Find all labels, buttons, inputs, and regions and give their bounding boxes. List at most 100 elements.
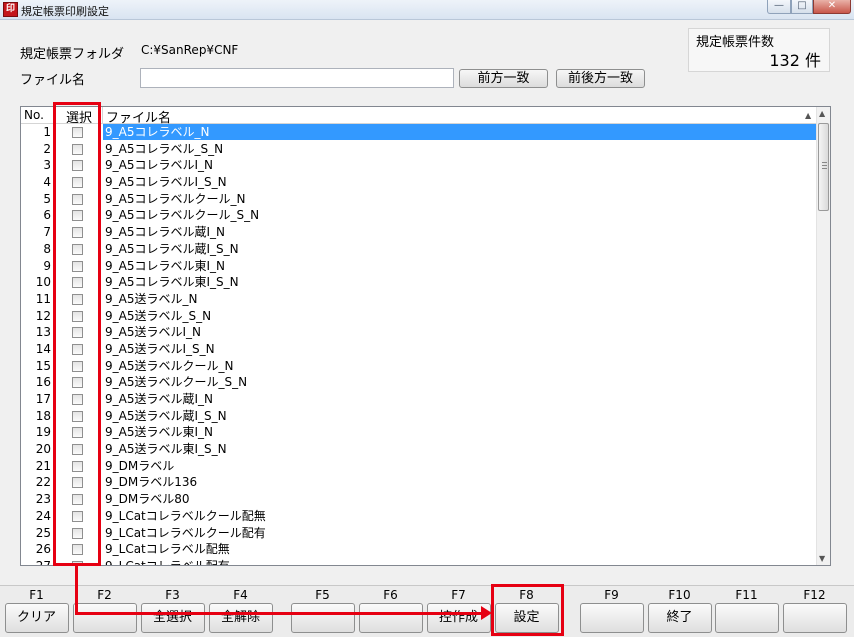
file-name[interactable]: 9_DMラベル136	[103, 474, 816, 490]
select-checkbox[interactable]	[72, 394, 83, 405]
f10-button[interactable]: 終了	[647, 603, 712, 633]
select-checkbox[interactable]	[72, 243, 83, 255]
table-row[interactable]: 23 9_DMラベル80	[21, 491, 816, 508]
file-name[interactable]: 9_LCatコレラベル配無	[103, 541, 816, 557]
table-row[interactable]: 19 9_A5送ラベル東I_N	[21, 424, 816, 441]
select-checkbox[interactable]	[72, 494, 83, 506]
file-name[interactable]: 9_A5コレラベルI_N	[103, 157, 816, 173]
select-checkbox[interactable]	[72, 327, 83, 339]
prefix-match-button[interactable]: 前方一致	[459, 69, 548, 88]
file-name[interactable]: 9_A5送ラベル東I_N	[103, 424, 816, 440]
table-row[interactable]: 3 9_A5コレラベルI_N	[21, 157, 816, 174]
table-row[interactable]: 22 9_DMラベル136	[21, 474, 816, 491]
select-checkbox[interactable]	[72, 410, 83, 422]
f8-button[interactable]: 設定	[494, 603, 559, 633]
table-row[interactable]: 21 9_DMラベル	[21, 458, 816, 475]
table-row[interactable]: 13 9_A5送ラベルI_N	[21, 324, 816, 341]
prefix-suffix-match-button[interactable]: 前後方一致	[556, 69, 645, 88]
column-divider[interactable]	[102, 107, 103, 124]
f9-button[interactable]	[579, 603, 644, 633]
app-icon[interactable]: 印	[3, 2, 18, 17]
file-name[interactable]: 9_LCatコレラベルクール配無	[103, 508, 816, 524]
table-row[interactable]: 20 9_A5送ラベル東I_S_N	[21, 441, 816, 458]
file-name[interactable]: 9_A5送ラベルクール_N	[103, 358, 816, 374]
file-name[interactable]: 9_A5送ラベル_N	[103, 291, 816, 307]
filename-input[interactable]	[140, 68, 454, 88]
table-row[interactable]: 18 9_A5送ラベル蔵I_S_N	[21, 408, 816, 425]
scroll-down-icon[interactable]: ▼	[819, 554, 825, 563]
select-checkbox[interactable]	[72, 444, 83, 456]
file-name[interactable]: 9_A5コレラベル東I_S_N	[103, 274, 816, 290]
file-grid[interactable]: No. 選択 ファイル名 ▲ 1 9_A5コレラベル_N 2 9_A5コレラベル_S_…	[20, 106, 831, 566]
file-name[interactable]: 9_A5送ラベルI_N	[103, 324, 816, 340]
select-checkbox[interactable]	[72, 477, 83, 489]
select-checkbox[interactable]	[72, 544, 83, 556]
file-name[interactable]: 9_DMラベル80	[103, 491, 816, 507]
f3-button[interactable]: 全選択	[140, 603, 205, 633]
table-row[interactable]: 1 9_A5コレラベル_N	[21, 124, 816, 141]
select-checkbox[interactable]	[72, 177, 83, 189]
table-row[interactable]: 27 9_LCatコレラベル配有	[21, 558, 816, 565]
file-name[interactable]: 9_A5送ラベルクール_S_N	[103, 374, 816, 390]
file-name[interactable]: 9_A5送ラベル東I_S_N	[103, 441, 816, 457]
table-row[interactable]: 14 9_A5送ラベルI_S_N	[21, 341, 816, 358]
vertical-scrollbar[interactable]: ▲ ▼	[816, 107, 830, 565]
file-name[interactable]: 9_A5コレラベル_S_N	[103, 141, 816, 157]
table-row[interactable]: 7 9_A5コレラベル蔵I_N	[21, 224, 816, 241]
f6-button[interactable]	[358, 603, 423, 633]
f5-button[interactable]	[290, 603, 355, 633]
select-checkbox[interactable]	[72, 160, 83, 172]
f2-button[interactable]	[72, 603, 137, 633]
table-row[interactable]: 6 9_A5コレラベルクール_S_N	[21, 207, 816, 224]
select-checkbox[interactable]	[72, 510, 83, 522]
select-checkbox[interactable]	[72, 260, 83, 272]
file-name[interactable]: 9_A5コレラベルクール_N	[103, 191, 816, 207]
select-checkbox[interactable]	[72, 343, 83, 355]
select-checkbox[interactable]	[72, 227, 83, 239]
file-name[interactable]: 9_LCatコレラベル配有	[103, 558, 816, 565]
table-row[interactable]: 24 9_LCatコレラベルクール配無	[21, 508, 816, 525]
table-row[interactable]: 17 9_A5送ラベル蔵I_N	[21, 391, 816, 408]
minimize-button[interactable]: —	[767, 0, 791, 14]
file-name[interactable]: 9_A5コレラベル東I_N	[103, 258, 816, 274]
file-name[interactable]: 9_A5送ラベル蔵I_S_N	[103, 408, 816, 424]
select-checkbox[interactable]	[72, 127, 83, 138]
select-checkbox[interactable]	[72, 293, 83, 305]
table-row[interactable]: 12 9_A5送ラベル_S_N	[21, 308, 816, 325]
select-checkbox[interactable]	[72, 210, 83, 222]
select-checkbox[interactable]	[72, 277, 83, 289]
file-name[interactable]: 9_A5コレラベルI_S_N	[103, 174, 816, 190]
maximize-button[interactable]: □	[791, 0, 813, 14]
file-name[interactable]: 9_A5送ラベル_S_N	[103, 308, 816, 324]
file-name[interactable]: 9_A5コレラベル蔵I_N	[103, 224, 816, 240]
file-name[interactable]: 9_A5コレラベル_N	[103, 124, 816, 140]
select-checkbox[interactable]	[72, 193, 83, 205]
file-name[interactable]: 9_LCatコレラベルクール配有	[103, 525, 816, 541]
table-row[interactable]: 2 9_A5コレラベル_S_N	[21, 141, 816, 158]
close-button[interactable]: ✕	[813, 0, 851, 14]
table-row[interactable]: 10 9_A5コレラベル東I_S_N	[21, 274, 816, 291]
file-name[interactable]: 9_A5コレラベル蔵I_S_N	[103, 241, 816, 257]
scroll-thumb[interactable]	[818, 123, 829, 211]
select-checkbox[interactable]	[72, 427, 83, 439]
column-header-no[interactable]: No.	[24, 108, 44, 122]
f4-button[interactable]: 全解除	[208, 603, 273, 633]
f12-button[interactable]	[782, 603, 847, 633]
f1-button[interactable]: クリア	[4, 603, 69, 633]
scroll-up-icon[interactable]: ▲	[819, 109, 825, 118]
file-name[interactable]: 9_A5コレラベルクール_S_N	[103, 207, 816, 223]
file-name[interactable]: 9_A5送ラベル蔵I_N	[103, 391, 816, 407]
table-row[interactable]: 25 9_LCatコレラベルクール配有	[21, 525, 816, 542]
table-row[interactable]: 26 9_LCatコレラベル配無	[21, 541, 816, 558]
file-name[interactable]: 9_A5送ラベルI_S_N	[103, 341, 816, 357]
table-row[interactable]: 15 9_A5送ラベルクール_N	[21, 358, 816, 375]
select-checkbox[interactable]	[72, 527, 83, 539]
column-divider[interactable]	[53, 107, 54, 124]
select-checkbox[interactable]	[72, 310, 83, 322]
table-row[interactable]: 4 9_A5コレラベルI_S_N	[21, 174, 816, 191]
f11-button[interactable]	[714, 603, 779, 633]
select-checkbox[interactable]	[72, 143, 83, 155]
file-name[interactable]: 9_DMラベル	[103, 458, 816, 474]
select-checkbox[interactable]	[72, 377, 83, 389]
table-row[interactable]: 5 9_A5コレラベルクール_N	[21, 191, 816, 208]
